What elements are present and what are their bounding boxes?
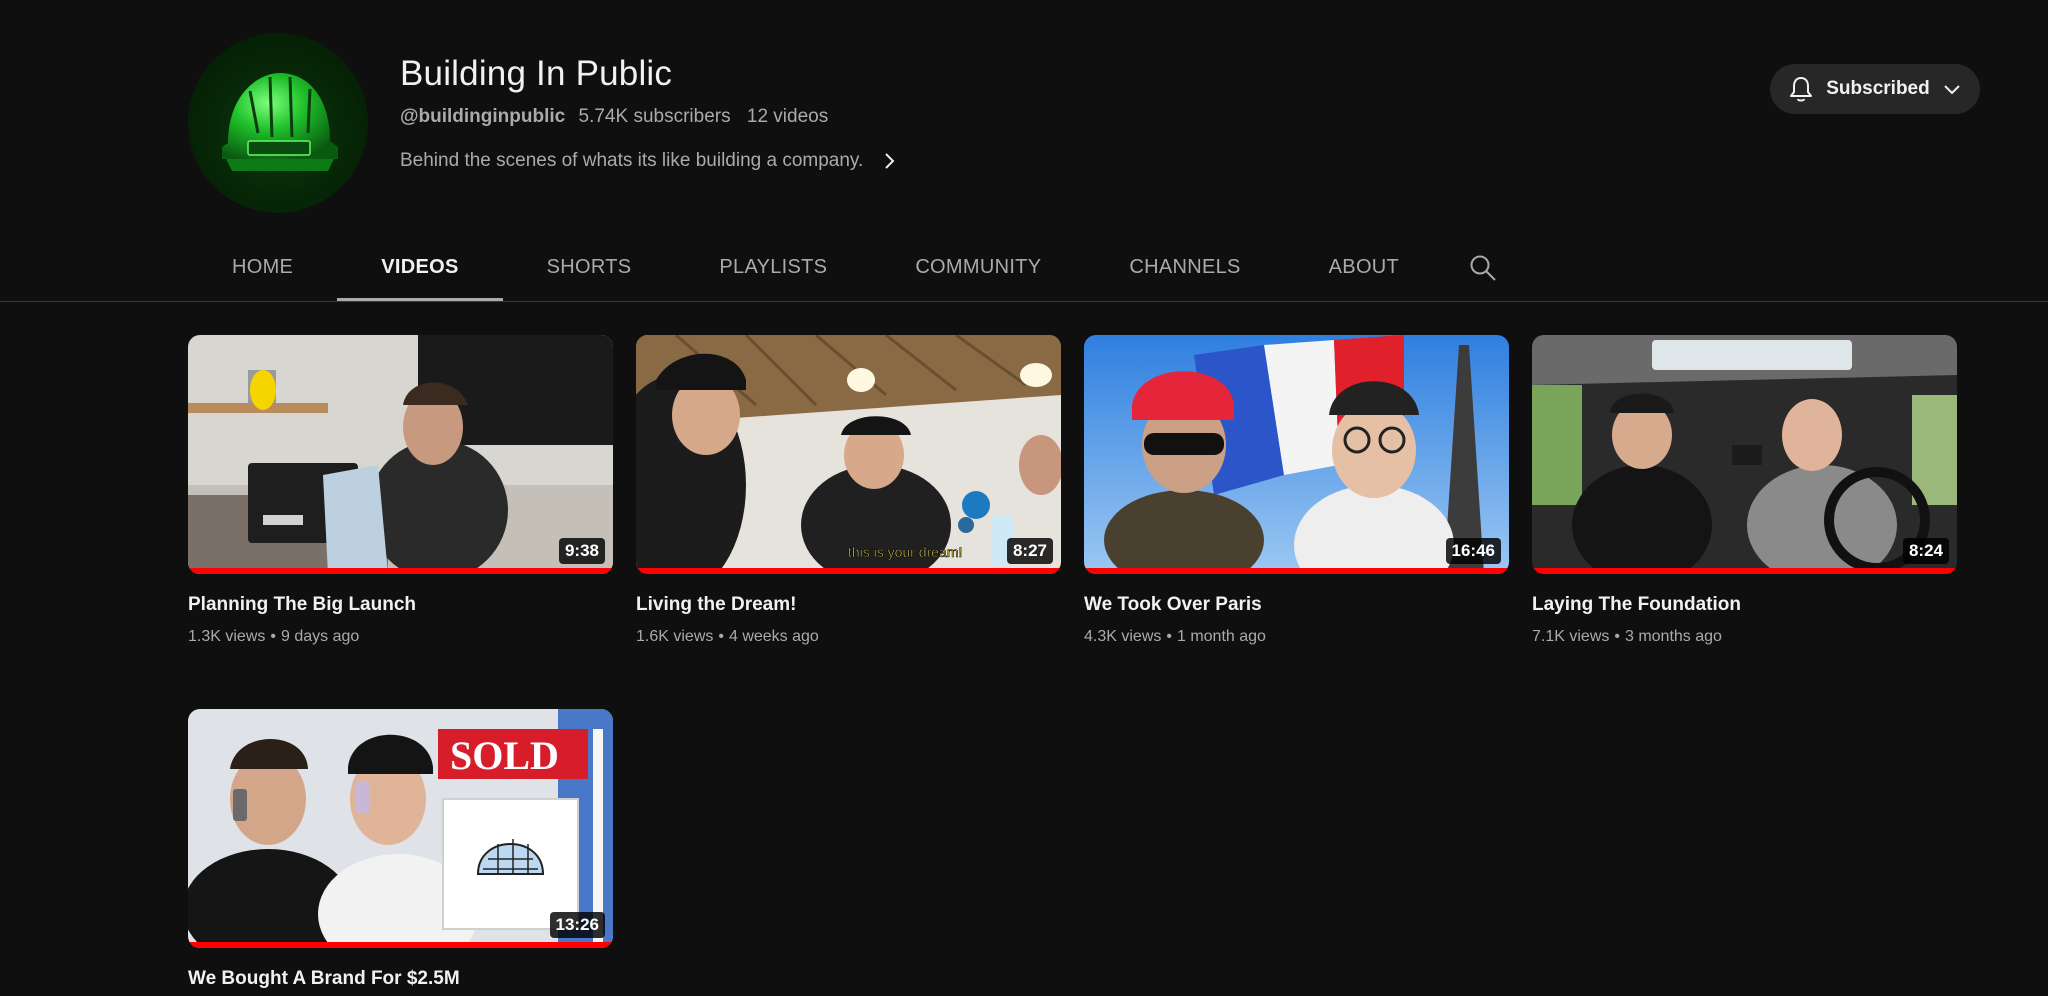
video-views: 7.1K views: [1532, 628, 1610, 645]
video-card[interactable]: SOLD 13:26 We Bought A Brand For $2.5M: [188, 709, 613, 990]
video-title[interactable]: We Took Over Paris: [1084, 594, 1509, 616]
video-card[interactable]: this is your dream! 8:27 Living the Drea…: [636, 335, 1061, 646]
video-card[interactable]: 16:46 We Took Over Paris 4.3K views • 1 mo…: [1084, 335, 1509, 646]
channel-page: Building In Public @buildinginpublic 5.7…: [0, 0, 2048, 996]
watch-progress-bar: [188, 568, 613, 574]
tab-shorts[interactable]: SHORTS: [503, 236, 676, 302]
video-meta: 4.3K views • 1 month ago: [1084, 628, 1509, 646]
video-views: 1.6K views: [636, 628, 714, 645]
tab-home[interactable]: HOME: [188, 236, 337, 302]
watch-progress-bar: [188, 942, 613, 948]
bell-icon: [1788, 75, 1814, 103]
video-duration: 13:26: [549, 912, 605, 938]
channel-handle: @buildinginpublic: [400, 106, 566, 127]
subscribed-label: Subscribed: [1826, 78, 1930, 99]
meta-separator: •: [1166, 628, 1172, 645]
meta-separator: •: [270, 628, 276, 645]
video-thumbnail[interactable]: this is your dream! 8:27: [636, 335, 1061, 574]
video-thumbnail[interactable]: 16:46: [1084, 335, 1509, 574]
video-age: 3 months ago: [1624, 628, 1722, 645]
channel-description-text: Behind the scenes of whats its like buil…: [400, 150, 864, 171]
video-duration: 9:38: [558, 538, 605, 564]
video-card[interactable]: 9:38 Planning The Big Launch 1.3K views •…: [188, 335, 613, 646]
video-duration: 16:46: [1445, 538, 1501, 564]
video-views: 4.3K views: [1084, 628, 1162, 645]
tab-community[interactable]: COMMUNITY: [871, 236, 1085, 302]
watch-progress-bar: [1532, 568, 1957, 574]
video-thumbnail[interactable]: SOLD 13:26: [188, 709, 613, 948]
chevron-down-icon: [1942, 79, 1962, 99]
tabs-divider: [0, 301, 2048, 302]
channel-avatar[interactable]: [188, 33, 368, 213]
video-meta: 7.1K views • 3 months ago: [1532, 628, 1957, 646]
video-meta: 1.6K views • 4 weeks ago: [636, 628, 1061, 646]
channel-meta: @buildinginpublic 5.74K subscribers 12 v…: [400, 106, 828, 128]
channel-tabs: HOME VIDEOS SHORTS PLAYLISTS COMMUNITY C…: [188, 236, 1443, 302]
hard-hat-icon: [222, 73, 338, 171]
tab-playlists[interactable]: PLAYLISTS: [675, 236, 871, 302]
search-icon[interactable]: [1468, 253, 1498, 288]
video-views: 1.3K views: [188, 628, 266, 645]
video-title[interactable]: Laying The Foundation: [1532, 594, 1957, 616]
video-age: 9 days ago: [280, 628, 360, 645]
channel-title: Building In Public: [400, 54, 673, 93]
meta-separator: •: [718, 628, 724, 645]
video-meta: 1.3K views • 9 days ago: [188, 628, 613, 646]
video-title[interactable]: We Bought A Brand For $2.5M: [188, 968, 613, 990]
video-thumbnail[interactable]: 8:24: [1532, 335, 1957, 574]
video-duration: 8:27: [1006, 538, 1053, 564]
watch-progress-bar: [636, 568, 1061, 574]
video-age: 4 weeks ago: [728, 628, 819, 645]
video-title[interactable]: Planning The Big Launch: [188, 594, 613, 616]
video-title[interactable]: Living the Dream!: [636, 594, 1061, 616]
channel-description[interactable]: Behind the scenes of whats its like buil…: [400, 150, 899, 172]
video-count: 12 videos: [746, 106, 829, 127]
meta-separator: •: [1614, 628, 1620, 645]
watch-progress-bar: [1084, 568, 1509, 574]
video-card[interactable]: 8:24 Laying The Foundation 7.1K views • 3 …: [1532, 335, 1957, 646]
caption-overlay: this is your dream!: [848, 544, 962, 560]
video-thumbnail[interactable]: 9:38: [188, 335, 613, 574]
chevron-right-icon[interactable]: [879, 151, 899, 171]
video-duration: 8:24: [1902, 538, 1949, 564]
sold-sign-text: SOLD: [450, 733, 559, 778]
tab-about[interactable]: ABOUT: [1285, 236, 1443, 302]
subscribed-button[interactable]: Subscribed: [1770, 64, 1980, 114]
tab-videos[interactable]: VIDEOS: [337, 236, 503, 302]
video-age: 1 month ago: [1176, 628, 1266, 645]
tab-channels[interactable]: CHANNELS: [1085, 236, 1284, 302]
subscriber-count: 5.74K subscribers: [578, 106, 731, 127]
